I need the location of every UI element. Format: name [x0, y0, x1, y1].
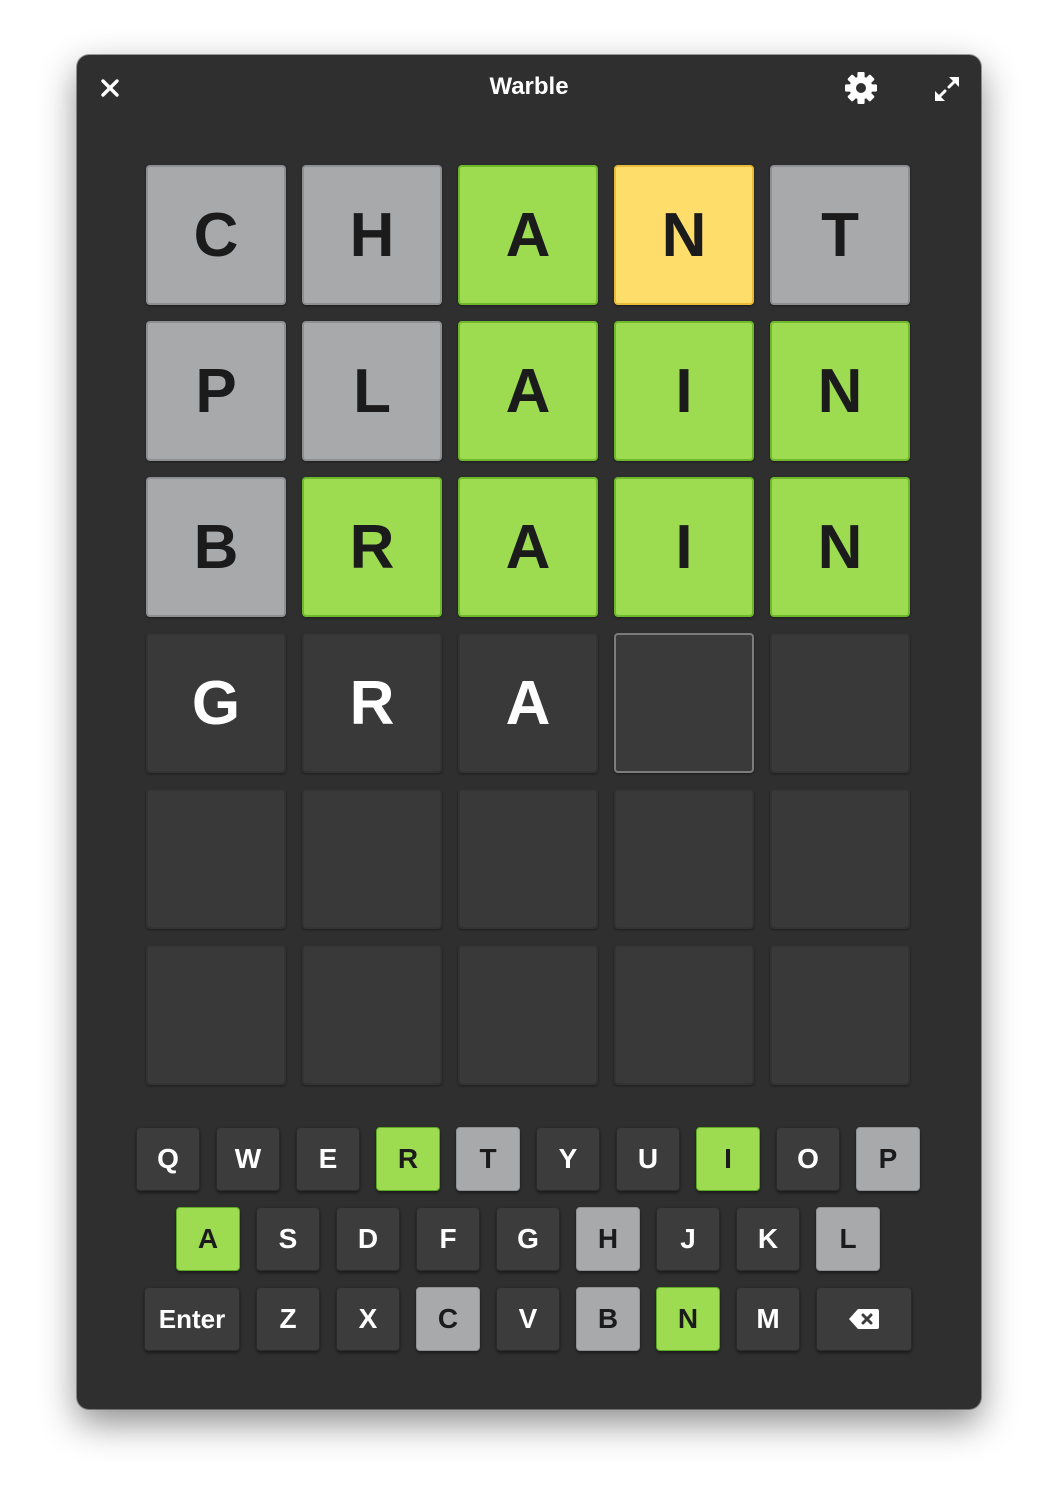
backspace-key[interactable]: [816, 1287, 912, 1351]
gear-icon: [845, 72, 877, 104]
key-r[interactable]: R: [376, 1127, 440, 1191]
board-tile: B: [146, 477, 286, 617]
board-tile: C: [146, 165, 286, 305]
key-d[interactable]: D: [336, 1207, 400, 1271]
key-w[interactable]: W: [216, 1127, 280, 1191]
key-o[interactable]: O: [776, 1127, 840, 1191]
key-j[interactable]: J: [656, 1207, 720, 1271]
board-tile: L: [302, 321, 442, 461]
board-tile: T: [770, 165, 910, 305]
board-tile: A: [458, 165, 598, 305]
key-g[interactable]: G: [496, 1207, 560, 1271]
board-tile: N: [770, 321, 910, 461]
board-tile: [302, 945, 442, 1085]
board-tile: [146, 789, 286, 929]
key-x[interactable]: X: [336, 1287, 400, 1351]
key-v[interactable]: V: [496, 1287, 560, 1351]
key-e[interactable]: E: [296, 1127, 360, 1191]
settings-button[interactable]: [843, 70, 879, 106]
board-tile: I: [614, 321, 754, 461]
board-tile: [770, 789, 910, 929]
board-tile: [770, 633, 910, 773]
key-u[interactable]: U: [616, 1127, 680, 1191]
key-b[interactable]: B: [576, 1287, 640, 1351]
board-tile: G: [146, 633, 286, 773]
key-p[interactable]: P: [856, 1127, 920, 1191]
key-k[interactable]: K: [736, 1207, 800, 1271]
board-tile: N: [614, 165, 754, 305]
board-tile: [458, 945, 598, 1085]
key-a[interactable]: A: [176, 1207, 240, 1271]
board-tile: A: [458, 633, 598, 773]
key-n[interactable]: N: [656, 1287, 720, 1351]
key-h[interactable]: H: [576, 1207, 640, 1271]
backspace-icon: [849, 1309, 879, 1329]
board-tile: R: [302, 477, 442, 617]
key-i[interactable]: I: [696, 1127, 760, 1191]
key-q[interactable]: Q: [136, 1127, 200, 1191]
enter-key[interactable]: Enter: [144, 1287, 240, 1351]
key-t[interactable]: T: [456, 1127, 520, 1191]
board-tile: [614, 789, 754, 929]
board-tile: N: [770, 477, 910, 617]
board-tile: I: [614, 477, 754, 617]
board-tile: [302, 789, 442, 929]
fullscreen-button[interactable]: [932, 74, 962, 104]
title-bar: Warble: [77, 55, 981, 121]
key-c[interactable]: C: [416, 1287, 480, 1351]
key-m[interactable]: M: [736, 1287, 800, 1351]
board-tile: [614, 945, 754, 1085]
key-s[interactable]: S: [256, 1207, 320, 1271]
game-window: Warble C H A N T P L A I N B R A I N G R…: [77, 55, 981, 1409]
board-tile: P: [146, 321, 286, 461]
board-tile: H: [302, 165, 442, 305]
game-board: CHANTPLAINBRAINGRA: [146, 165, 910, 1085]
key-z[interactable]: Z: [256, 1287, 320, 1351]
board-tile: [614, 633, 754, 773]
board-tile: [146, 945, 286, 1085]
board-tile: A: [458, 477, 598, 617]
expand-icon: [935, 77, 959, 101]
board-tile: [458, 789, 598, 929]
board-tile: [770, 945, 910, 1085]
key-f[interactable]: F: [416, 1207, 480, 1271]
board-tile: R: [302, 633, 442, 773]
key-l[interactable]: L: [816, 1207, 880, 1271]
board-tile: A: [458, 321, 598, 461]
key-y[interactable]: Y: [536, 1127, 600, 1191]
